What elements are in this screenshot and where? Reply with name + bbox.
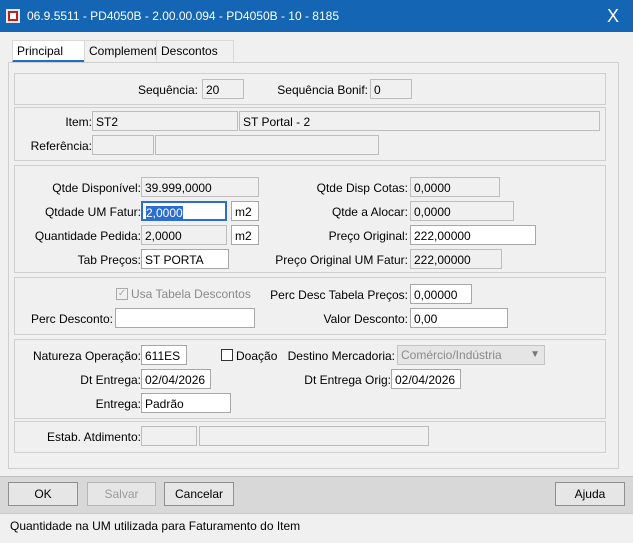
preco-original-label: Preço Original: [328, 229, 408, 243]
perc-desc-tabela-input[interactable]: 0,00000 [410, 284, 472, 304]
sequencia-label: Sequência: [137, 83, 198, 97]
window-title: 06.9.5511 - PD4050B - 2.00.00.094 - PD40… [27, 9, 339, 23]
referencia-description-field [155, 135, 379, 155]
doacao-label: Doação [236, 349, 278, 363]
destino-mercadoria-label: Destino Mercadoria: [287, 349, 395, 363]
preco-original-um-label: Preço Original UM Fatur: [275, 253, 408, 267]
dialog-window: 06.9.5511 - PD4050B - 2.00.00.094 - PD40… [0, 0, 633, 543]
sequencia-field: 20 [202, 79, 244, 99]
item-code-field: ST2 [92, 111, 238, 131]
qtde-um-fatur-value: 2,0000 [146, 206, 183, 220]
dt-entrega-orig-label: Dt Entrega Orig: [304, 373, 391, 387]
app-icon [6, 9, 20, 23]
sequencia-bonif-field: 0 [370, 79, 412, 99]
title-bar: 06.9.5511 - PD4050B - 2.00.00.094 - PD40… [0, 0, 633, 32]
operation-group: Natureza Operação: 611ES Doação Destino … [14, 339, 606, 419]
valor-desconto-input[interactable]: 0,00 [410, 308, 508, 328]
tab-principal[interactable]: Principal [12, 40, 86, 63]
discount-group: ✓ Usa Tabela Descontos Perc Desc Tabela … [14, 277, 606, 335]
dt-entrega-input[interactable]: 02/04/2026 [141, 369, 211, 389]
tab-precos-label: Tab Preços: [77, 253, 141, 267]
um-fatur-field[interactable]: m2 [231, 201, 259, 221]
status-bar: Quantidade na UM utilizada para Faturame… [0, 513, 633, 543]
estab-group: Estab. Atdimento: [14, 421, 606, 453]
dt-entrega-label: Dt Entrega: [80, 373, 141, 387]
item-group: Item: ST2 ST Portal - 2 Referência: [14, 107, 606, 161]
entrega-input[interactable]: Padrão [141, 393, 231, 413]
button-bar: OK Salvar Cancelar Ajuda [0, 476, 633, 513]
preco-original-um-field: 222,00000 [410, 249, 502, 269]
usa-tabela-descontos-checkbox[interactable]: ✓ [116, 288, 128, 300]
item-description-field: ST Portal - 2 [239, 111, 600, 131]
um-pedida-field[interactable]: m2 [231, 225, 259, 245]
usa-tabela-descontos-label: Usa Tabela Descontos [131, 287, 251, 301]
qtde-alocar-field: 0,0000 [410, 201, 514, 221]
qtde-pedida-label: Quantidade Pedida: [34, 229, 141, 243]
close-icon[interactable]: X [598, 5, 628, 27]
tab-panel-principal: Sequência: 20 Sequência Bonif: 0 Item: S… [8, 62, 619, 469]
natureza-operacao-label: Natureza Operação: [32, 349, 141, 363]
tab-precos-input[interactable]: ST PORTA [141, 249, 229, 269]
qtde-pedida-field: 2,0000 [141, 225, 227, 245]
qtde-disp-cotas-label: Qtde Disp Cotas: [316, 181, 408, 195]
qtde-alocar-label: Qtde a Alocar: [331, 205, 408, 219]
sequence-group: Sequência: 20 Sequência Bonif: 0 [14, 73, 606, 105]
chevron-down-icon: ▼ [530, 349, 540, 360]
qtde-um-fatur-label: Qtdade UM Fatur: [44, 205, 141, 219]
perc-desconto-input[interactable] [115, 308, 255, 328]
destino-mercadoria-select[interactable]: Comércio/Indústria ▼ [397, 345, 545, 365]
salvar-button[interactable]: Salvar [87, 482, 156, 506]
estab-atendimento-label: Estab. Atdimento: [46, 430, 141, 444]
natureza-operacao-input[interactable]: 611ES [141, 345, 187, 365]
qtde-um-fatur-input[interactable]: 2,0000 [141, 201, 227, 221]
estab-code-field [141, 426, 197, 446]
doacao-checkbox[interactable] [221, 349, 233, 361]
qtde-disponivel-field: 39.999,0000 [141, 177, 259, 197]
valor-desconto-label: Valor Desconto: [323, 312, 409, 326]
tab-complemento[interactable]: Complementc [84, 40, 162, 62]
cancelar-button[interactable]: Cancelar [164, 482, 234, 506]
dt-entrega-orig-input[interactable]: 02/04/2026 [391, 369, 461, 389]
entrega-label: Entrega: [95, 397, 141, 411]
quantity-group: Qtde Disponível: 39.999,0000 Qtde Disp C… [14, 165, 606, 273]
perc-desconto-label: Perc Desconto: [30, 312, 113, 326]
estab-description-field [199, 426, 429, 446]
tab-descontos[interactable]: Descontos [156, 40, 234, 62]
tab-strip: Principal Complementc Descontos [12, 40, 632, 63]
referencia-label: Referência: [30, 139, 92, 153]
preco-original-input[interactable]: 222,00000 [410, 225, 536, 245]
item-label: Item: [65, 115, 92, 129]
destino-mercadoria-value: Comércio/Indústria [401, 348, 502, 362]
qtde-disponivel-label: Qtde Disponível: [52, 181, 141, 195]
qtde-disp-cotas-field: 0,0000 [410, 177, 500, 197]
perc-desc-tabela-label: Perc Desc Tabela Preços: [270, 288, 408, 302]
referencia-code-field [92, 135, 154, 155]
ok-button[interactable]: OK [8, 482, 78, 506]
ajuda-button[interactable]: Ajuda [555, 482, 625, 506]
sequencia-bonif-label: Sequência Bonif: [277, 83, 368, 97]
